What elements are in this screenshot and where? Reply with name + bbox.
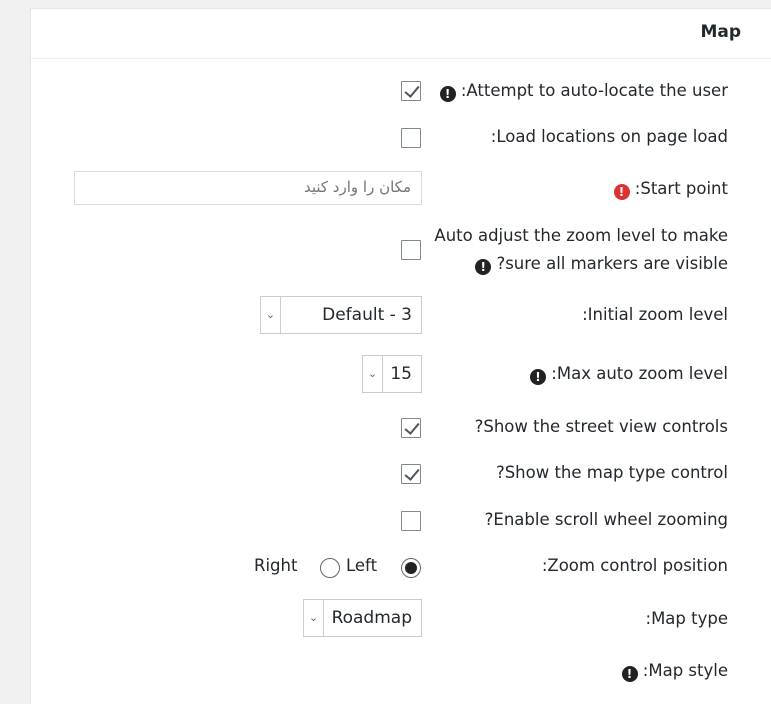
info-icon[interactable]: ! xyxy=(439,86,456,102)
auto-locate-checkbox[interactable] xyxy=(401,81,421,101)
max-zoom-select[interactable]: ⌄ 15 xyxy=(362,355,422,393)
map-type-select[interactable]: ⌄ Roadmap xyxy=(303,599,422,637)
start-point-input[interactable]: مکان را وارد کنید xyxy=(74,171,422,205)
start-point-label: ! :Start point xyxy=(613,179,728,200)
zoom-position-right-label: Right xyxy=(254,556,298,575)
auto-adjust-label-line2: ! ?sure all markers are visible xyxy=(475,254,728,275)
chevron-down-icon[interactable]: ⌄ xyxy=(304,600,324,636)
panel-header: Map xyxy=(31,9,771,59)
map-settings-panel: Map ! :Attempt to auto-locate the user :… xyxy=(30,8,771,704)
zoom-position-left-radio[interactable] xyxy=(401,558,421,578)
auto-locate-label: ! :Attempt to auto-locate the user xyxy=(439,81,728,102)
info-icon[interactable]: ! xyxy=(475,259,492,275)
map-type-label: :Map type xyxy=(645,609,728,628)
zoom-position-right-radio[interactable] xyxy=(320,558,340,578)
max-zoom-label: ! :Max auto zoom level xyxy=(530,364,728,385)
street-view-checkbox[interactable] xyxy=(401,418,421,438)
auto-adjust-label-line1: Auto adjust the zoom level to make xyxy=(434,226,728,245)
chevron-down-icon[interactable]: ⌄ xyxy=(363,356,383,392)
info-icon[interactable]: ! xyxy=(621,666,638,682)
scroll-wheel-checkbox[interactable] xyxy=(401,511,421,531)
scroll-wheel-label: ?Enable scroll wheel zooming xyxy=(484,510,728,529)
panel-title: Map xyxy=(700,22,741,42)
street-view-label: ?Show the street view controls xyxy=(474,417,728,436)
zoom-position-label: :Zoom control position xyxy=(541,556,728,575)
initial-zoom-label: :Initial zoom level xyxy=(582,305,728,324)
load-locations-checkbox[interactable] xyxy=(401,128,421,148)
map-style-label: ! :Map style xyxy=(621,661,728,682)
map-type-control-checkbox[interactable] xyxy=(401,464,421,484)
initial-zoom-select[interactable]: ⌄ Default - 3 xyxy=(260,296,422,334)
info-icon[interactable]: ! xyxy=(530,369,547,385)
zoom-position-left-label: Left xyxy=(346,556,378,575)
load-locations-label: :Load locations on page load xyxy=(490,127,728,146)
auto-adjust-checkbox[interactable] xyxy=(401,240,421,260)
map-type-control-label: ?Show the map type control xyxy=(495,463,728,482)
required-icon[interactable]: ! xyxy=(613,184,630,200)
chevron-down-icon[interactable]: ⌄ xyxy=(261,297,281,333)
